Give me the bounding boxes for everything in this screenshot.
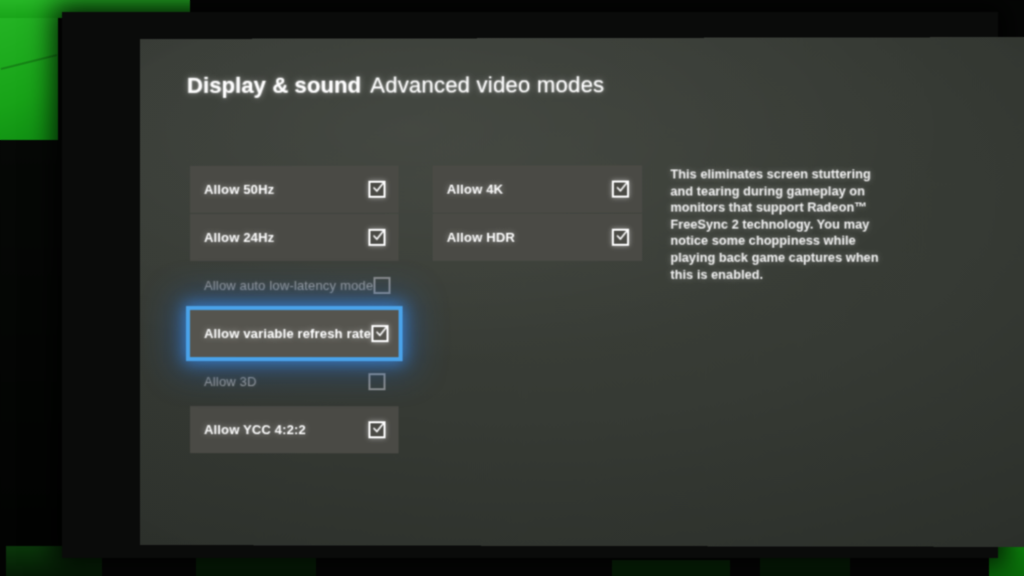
background-green-wall-top-left [0,0,58,146]
setting-row-allow-variable-refresh-rate[interactable]: Allow variable refresh rate [186,305,403,362]
setting-row-allow-auto-low-latency-mode[interactable]: Allow auto low-latency mode [190,262,399,309]
setting-label: Allow 24Hz [204,229,275,245]
checkmark-icon [372,181,384,194]
checkbox-checked-icon[interactable] [368,228,386,246]
checkbox-checked-icon[interactable] [371,325,389,343]
checkmark-icon [372,422,384,434]
description-panel: This eliminates screen stuttering and te… [670,166,887,283]
setting-label: Allow HDR [446,229,515,245]
checkbox-unchecked-icon[interactable] [373,276,391,295]
checkbox-checked-icon[interactable] [368,421,386,439]
checkbox-checked-icon[interactable] [368,180,386,198]
setting-label: Allow 3D [204,374,257,390]
background-green-glow-bottom-b [760,558,850,576]
background-green-glow-bottom-a [612,560,730,576]
description-text: This eliminates screen stuttering and te… [670,167,879,282]
setting-label: Allow 50Hz [204,181,275,197]
setting-row-allow-3d[interactable]: Allow 3D [190,358,399,405]
checkmark-icon [375,326,387,338]
checkbox-unchecked-icon[interactable] [368,373,386,391]
setting-row-allow-4k[interactable]: Allow 4K [432,165,643,213]
setting-label: Allow auto low-latency mode [204,277,374,294]
photo-scene: Display & sound Advanced video modes Allo… [0,0,1024,576]
page-title: Display & sound Advanced video modes [187,72,605,98]
checkbox-checked-icon[interactable] [611,228,630,246]
setting-row-allow-hdr[interactable]: Allow HDR [432,213,643,261]
checkmark-icon [372,229,384,242]
checkmark-icon [616,182,628,194]
background-green-glow-bottom-mid [196,556,316,576]
setting-row-allow-50hz[interactable]: Allow 50Hz [190,165,399,213]
page-title-primary: Display & sound [187,72,362,98]
setting-row-allow-ycc-4-2-2[interactable]: Allow YCC 4:2:2 [190,406,399,454]
setting-label: Allow 4K [446,181,504,197]
setting-label: Allow YCC 4:2:2 [204,422,306,438]
page-title-secondary: Advanced video modes [370,72,605,98]
checkmark-icon [616,230,628,242]
setting-label: Allow variable refresh rate [204,326,372,342]
setting-row-allow-24hz[interactable]: Allow 24Hz [190,213,399,261]
xbox-settings-screen: Display & sound Advanced video modes Allo… [140,37,1024,547]
settings-column-right: Allow 4K Allow HDR [432,165,643,261]
checkbox-checked-icon[interactable] [611,180,630,198]
tv-screen: Display & sound Advanced video modes Allo… [140,36,1024,548]
tv-bezel: Display & sound Advanced video modes Allo… [62,12,1024,558]
settings-column-left: Allow 50Hz Allow 24Hz Allow auto low-laten… [186,165,403,455]
